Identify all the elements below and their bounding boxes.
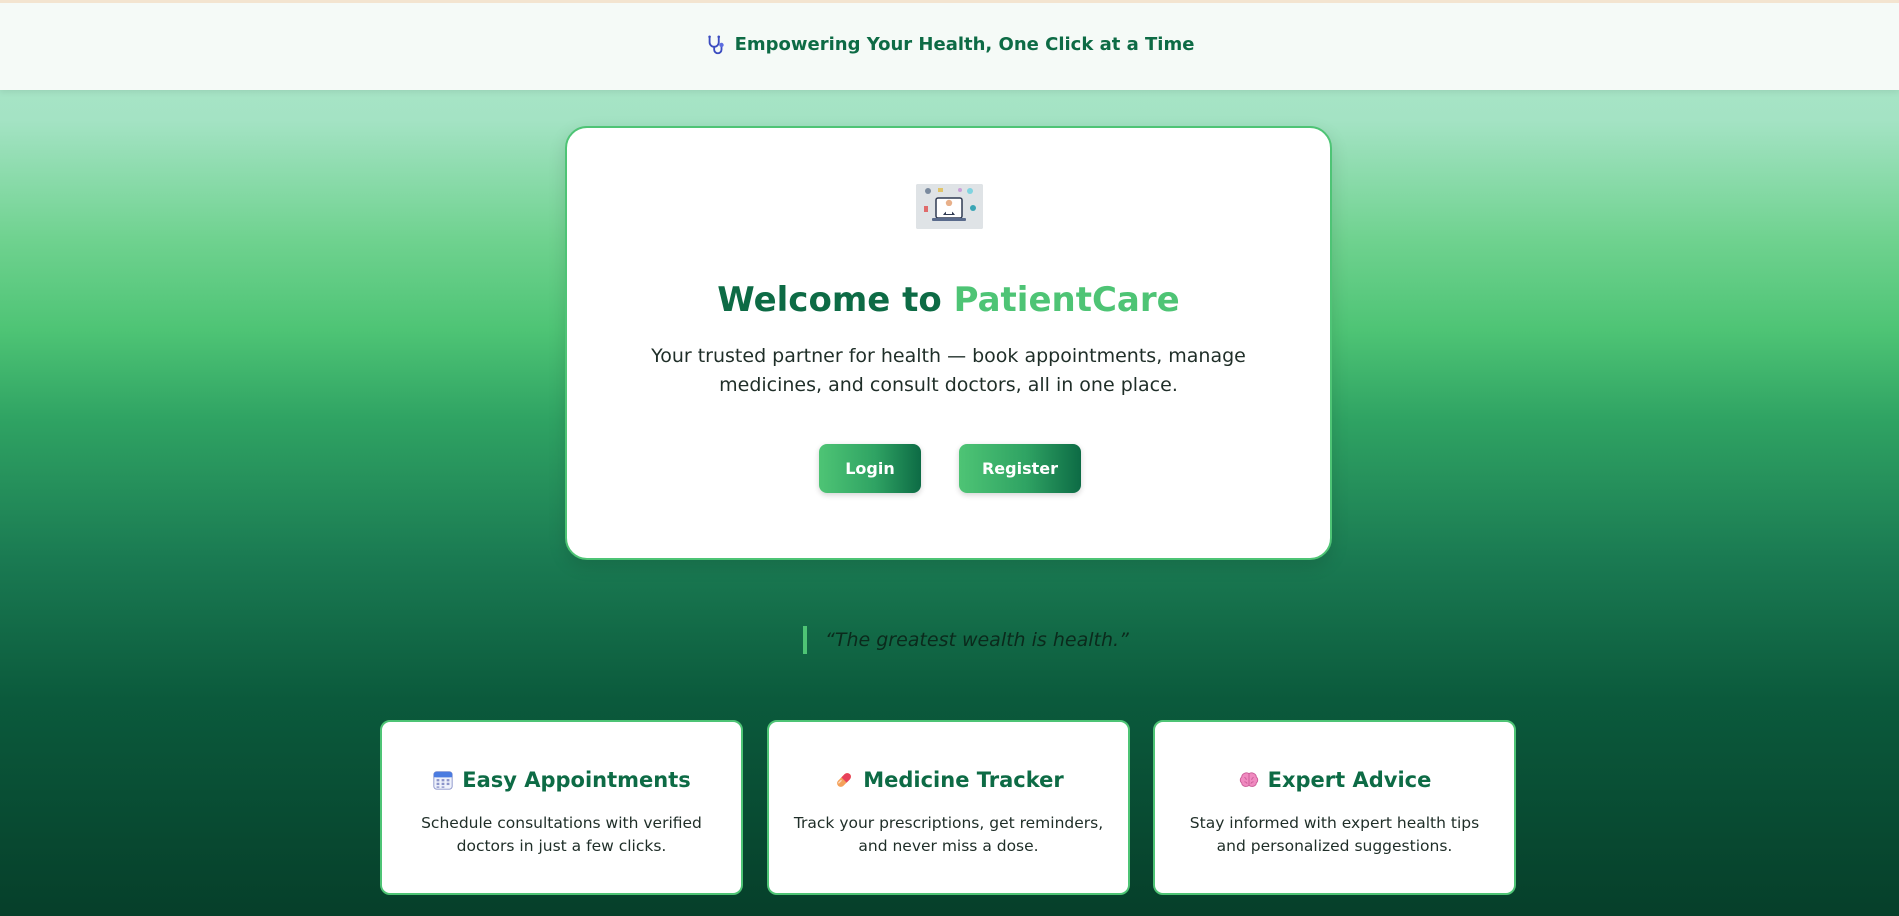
top-banner: Empowering Your Health, One Click at a T… (0, 0, 1899, 90)
doctor-consultation-illustration (916, 184, 983, 229)
tagline-text: Empowering Your Health, One Click at a T… (734, 34, 1195, 55)
feature-title-text: Easy Appointments (462, 768, 691, 792)
feature-description: Track your prescriptions, get reminders,… (793, 814, 1104, 855)
intro-text: Your trusted partner for health — book a… (651, 345, 1246, 396)
feature-card-appointments: Easy Appointments Schedule consultations… (380, 720, 743, 895)
register-button[interactable]: Register (959, 444, 1081, 493)
feature-title: Expert Advice (1155, 768, 1514, 792)
calendar-icon (433, 771, 453, 790)
health-quote: “The greatest wealth is health.” (803, 626, 1129, 654)
welcome-card: Welcome to PatientCare Your trusted part… (565, 126, 1332, 560)
feature-description: Schedule consultations with verified doc… (421, 814, 702, 855)
feature-title-text: Expert Advice (1267, 768, 1432, 792)
brand-name: PatientCare (953, 280, 1180, 320)
feature-title: Easy Appointments (382, 768, 741, 792)
tagline: Empowering Your Health, One Click at a T… (705, 34, 1195, 56)
pill-icon (837, 773, 852, 787)
feature-title-text: Medicine Tracker (863, 768, 1064, 792)
brain-icon (1239, 772, 1258, 787)
feature-title: Medicine Tracker (769, 768, 1128, 792)
welcome-prefix: Welcome to (717, 280, 954, 320)
feature-card-medicine: Medicine Tracker Track your prescription… (767, 720, 1130, 895)
welcome-heading: Welcome to PatientCare (567, 280, 1330, 320)
feature-card-advice: Expert Advice Stay informed with expert … (1153, 720, 1516, 895)
login-button[interactable]: Login (819, 444, 921, 493)
stethoscope-icon (707, 34, 724, 54)
feature-description: Stay informed with expert health tips an… (1189, 814, 1480, 855)
